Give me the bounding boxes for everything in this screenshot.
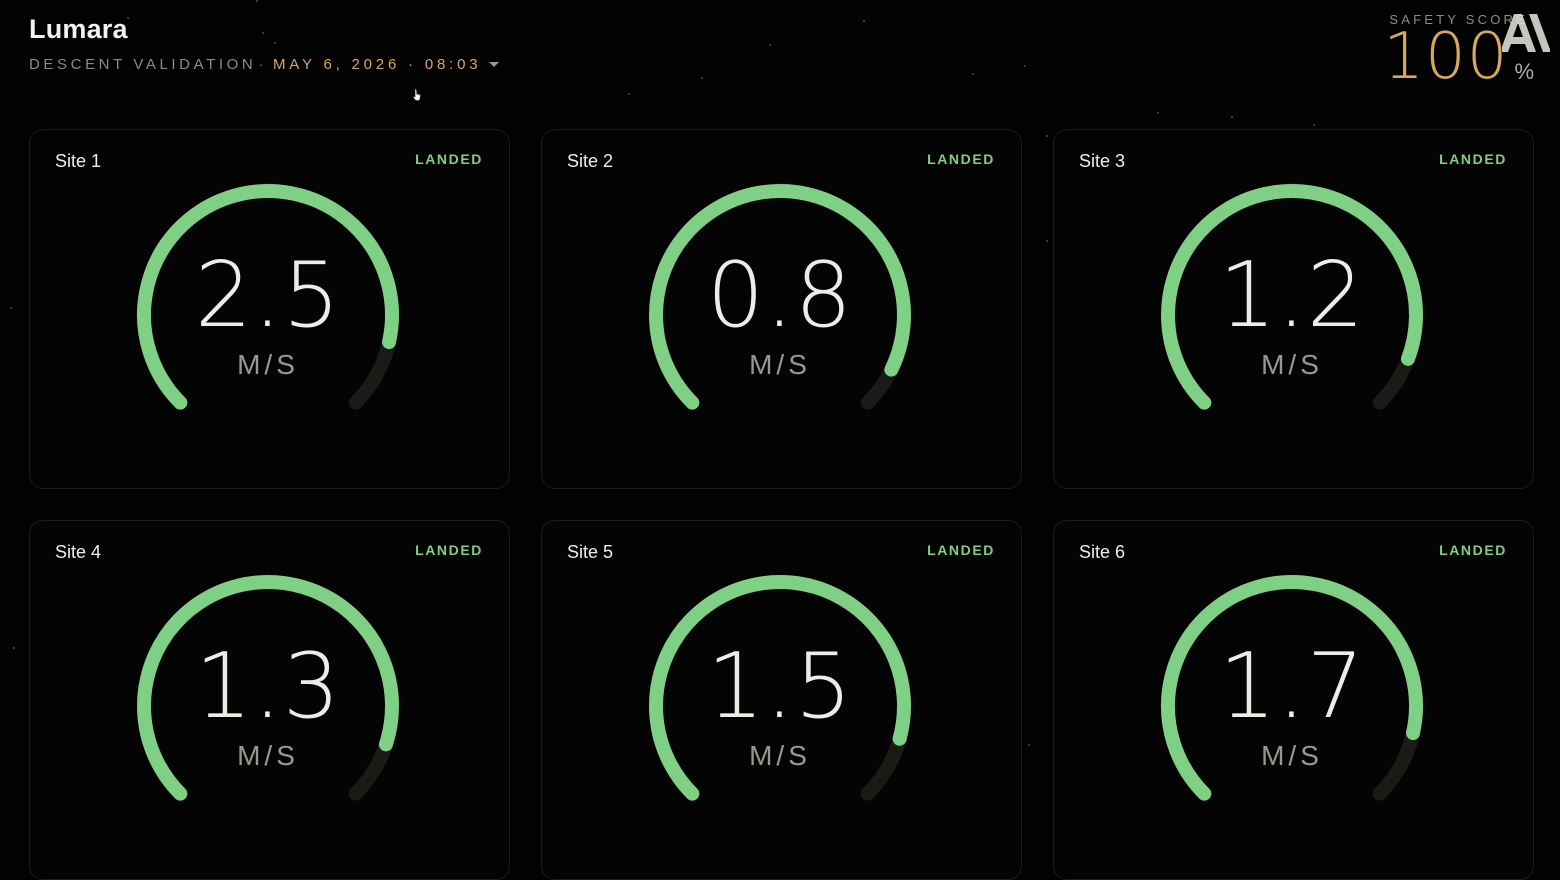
velocity-value: 2.5 bbox=[194, 243, 342, 348]
velocity-unit: M/S bbox=[237, 349, 299, 380]
site-name: Site 1 bbox=[55, 151, 102, 171]
safety-score-unit: % bbox=[1514, 59, 1534, 84]
mouse-pointer-icon bbox=[412, 88, 421, 101]
velocity-unit: M/S bbox=[1261, 349, 1323, 380]
status-badge: LANDED bbox=[927, 151, 995, 167]
site-card[interactable]: Site 6 LANDED 1.7 M/S bbox=[1053, 520, 1534, 880]
site-name: Site 2 bbox=[567, 151, 614, 171]
chevron-down-icon[interactable] bbox=[489, 62, 500, 67]
velocity-gauge: 1.5 M/S bbox=[640, 566, 920, 826]
app-title: Lumara bbox=[29, 14, 128, 44]
anthropic-logo-icon bbox=[1502, 14, 1550, 52]
site-card[interactable]: Site 5 LANDED 1.5 M/S bbox=[541, 520, 1022, 880]
velocity-value: 1.5 bbox=[706, 634, 854, 739]
site-name: Site 3 bbox=[1079, 151, 1126, 171]
velocity-unit: M/S bbox=[237, 740, 299, 771]
date-picker[interactable]: MAY 6, 2026 · 08:03 bbox=[273, 56, 500, 73]
page-subtitle: DESCENT VALIDATION bbox=[29, 56, 257, 73]
site-name: Site 6 bbox=[1079, 542, 1126, 562]
header: Lumara DESCENT VALIDATION · MAY 6, 2026 … bbox=[29, 14, 500, 73]
velocity-unit: M/S bbox=[1261, 740, 1323, 771]
site-card[interactable]: Site 4 LANDED 1.3 M/S bbox=[29, 520, 510, 880]
site-card[interactable]: Site 3 LANDED 1.2 M/S bbox=[1053, 129, 1534, 489]
sites-grid: Site 1 LANDED 2.5 M/S Site 2 LANDED 0.8 … bbox=[29, 129, 1534, 880]
velocity-gauge: 1.3 M/S bbox=[128, 566, 408, 826]
velocity-unit: M/S bbox=[749, 740, 811, 771]
site-card[interactable]: Site 2 LANDED 0.8 M/S bbox=[541, 129, 1022, 489]
velocity-value: 1.2 bbox=[1218, 243, 1366, 348]
status-badge: LANDED bbox=[415, 151, 483, 167]
status-badge: LANDED bbox=[927, 542, 995, 558]
velocity-unit: M/S bbox=[749, 349, 811, 380]
site-card[interactable]: Site 1 LANDED 2.5 M/S bbox=[29, 129, 510, 489]
safety-score-value: 100 bbox=[1383, 20, 1509, 94]
site-name: Site 4 bbox=[55, 542, 102, 562]
velocity-gauge: 2.5 M/S bbox=[128, 175, 408, 435]
status-badge: LANDED bbox=[1439, 151, 1507, 167]
velocity-gauge: 1.2 M/S bbox=[1152, 175, 1432, 435]
velocity-gauge: 0.8 M/S bbox=[640, 175, 920, 435]
subtitle-row: DESCENT VALIDATION · MAY 6, 2026 · 08:03 bbox=[29, 56, 500, 73]
velocity-value: 1.3 bbox=[194, 634, 342, 739]
velocity-value: 0.8 bbox=[706, 243, 854, 348]
subtitle-separator: · bbox=[258, 56, 267, 73]
status-badge: LANDED bbox=[415, 542, 483, 558]
site-name: Site 5 bbox=[567, 542, 614, 562]
velocity-value: 1.7 bbox=[1218, 634, 1366, 739]
velocity-gauge: 1.7 M/S bbox=[1152, 566, 1432, 826]
datetime-label[interactable]: MAY 6, 2026 · 08:03 bbox=[273, 56, 481, 73]
status-badge: LANDED bbox=[1439, 542, 1507, 558]
